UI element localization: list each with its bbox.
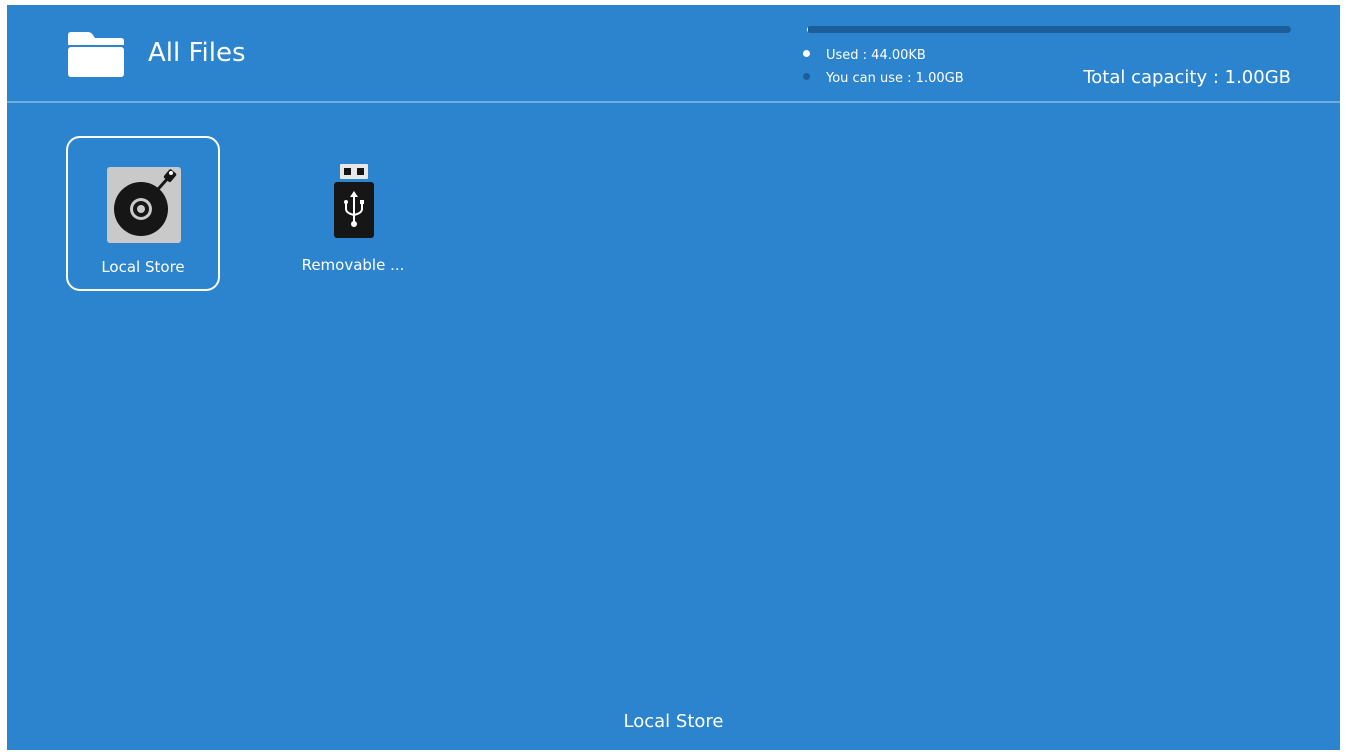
usb-drive-icon xyxy=(334,164,374,238)
legend-free-label: You can use : 1.00GB xyxy=(826,71,964,86)
item-label: Removable ... xyxy=(301,256,405,274)
item-label: Local Store xyxy=(101,258,185,276)
file-manager-screen: All Files Used : 44.00KB You can use : 1… xyxy=(7,5,1340,750)
storage-usage-bar xyxy=(807,26,1291,33)
folder-icon xyxy=(68,32,124,77)
legend-used: Used : 44.00KB xyxy=(803,47,926,65)
current-location-label: Local Store xyxy=(623,711,724,732)
used-dot-icon xyxy=(803,50,810,57)
disk-icon xyxy=(107,167,181,243)
total-capacity: Total capacity : 1.00GB xyxy=(1083,67,1291,88)
header: All Files Used : 44.00KB You can use : 1… xyxy=(7,5,1340,101)
free-dot-icon xyxy=(803,73,810,80)
legend-free: You can use : 1.00GB xyxy=(803,70,964,88)
header-divider xyxy=(7,101,1340,103)
item-removable[interactable]: Removable ... xyxy=(278,136,432,291)
item-local-store[interactable]: Local Store xyxy=(66,136,220,291)
legend-used-label: Used : 44.00KB xyxy=(826,48,926,63)
page-title: All Files xyxy=(148,38,246,68)
